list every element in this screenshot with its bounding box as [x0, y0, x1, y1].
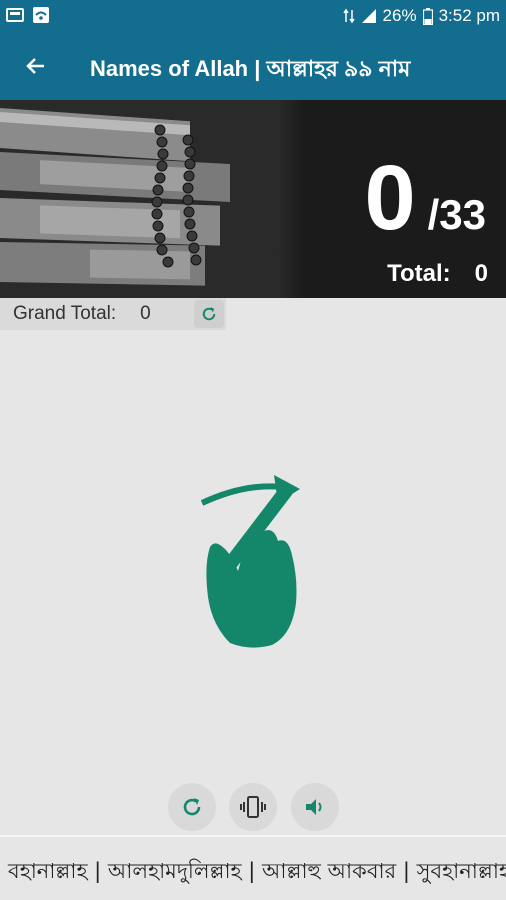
counter-header: 0 /33 Total: 0 [0, 100, 506, 298]
current-count: 0 [364, 147, 416, 249]
status-bar: 26% 3:52 pm [0, 0, 506, 32]
tap-counter-area[interactable] [0, 330, 506, 780]
dhikr-ticker[interactable]: বহানাল্লাহ | আলহামদুলিল্লাহ | আল্লাহু আক… [0, 838, 506, 900]
target-count: /33 [427, 191, 486, 238]
grand-total-value: 0 [140, 303, 151, 324]
sound-toggle-button[interactable] [291, 783, 339, 831]
volume-icon [306, 799, 322, 815]
grand-total-bar: Grand Total: 0 [0, 298, 226, 330]
refresh-icon [202, 307, 216, 321]
battery-icon [422, 7, 433, 25]
grand-total-reset-button[interactable] [194, 300, 224, 328]
notification-icon [6, 8, 24, 22]
vibrate-toggle-button[interactable] [229, 783, 277, 831]
divider [0, 835, 506, 837]
count-display: 0 /33 [364, 152, 486, 244]
wifi-icon [33, 7, 49, 23]
refresh-icon [183, 798, 201, 816]
data-icon [342, 8, 355, 24]
grand-total-label: Grand Total: [13, 303, 117, 324]
session-total: Total: 0 [387, 260, 488, 288]
back-button[interactable] [18, 48, 54, 84]
page-title: Names of Allah | আল্লাহর ৯৯ নাম [90, 56, 411, 81]
app-bar: Names of Allah | আল্লাহর ৯৯ নাম [0, 32, 506, 100]
vibrate-icon [240, 796, 266, 818]
total-label: Total: [387, 260, 451, 287]
reset-count-button[interactable] [168, 783, 216, 831]
arrow-left-icon [26, 58, 44, 74]
signal-icon [361, 9, 376, 23]
battery-percent: 26% [382, 6, 417, 25]
dhikr-ticker-text: বহানাল্লাহ | আলহামদুলিল্লাহ | আল্লাহু আক… [8, 859, 506, 883]
total-value: 0 [474, 260, 488, 287]
swipe-gesture-icon [200, 475, 300, 648]
clock: 3:52 pm [438, 6, 500, 25]
